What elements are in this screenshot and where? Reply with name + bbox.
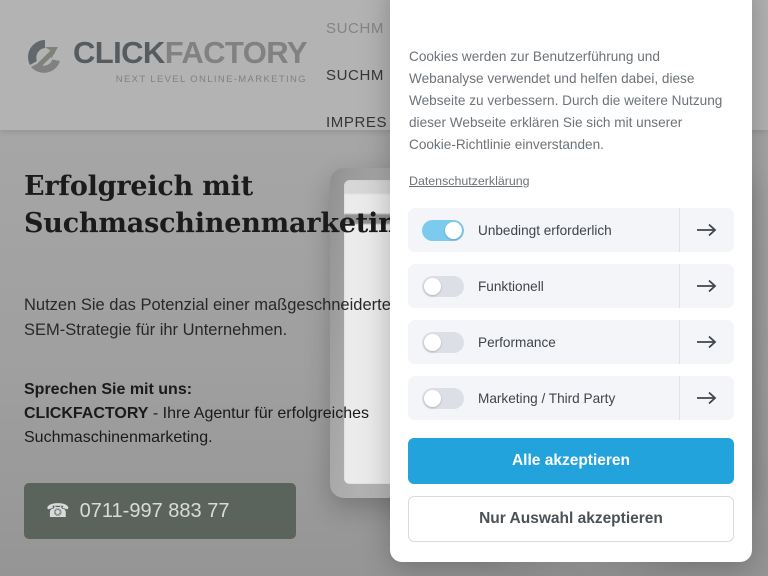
accept-all-button[interactable]: Alle akzeptieren: [408, 438, 734, 485]
telephone-icon: ☎: [46, 500, 70, 522]
toggle-marketing[interactable]: [422, 387, 464, 409]
hero-contact-block: Sprechen Sie mit uns: CLICKFACTORY - Ihr…: [24, 343, 444, 451]
pref-label-marketing: Marketing / Third Party: [478, 390, 616, 406]
page-title: Erfolgreich mit Suchmaschinenmarketing: [24, 168, 444, 243]
logo-word-click: CLICK: [73, 35, 165, 70]
toggle-performance[interactable]: [422, 331, 464, 353]
toggle-knob: [445, 221, 462, 239]
contact-brand: CLICKFACTORY: [24, 404, 149, 422]
cookie-consent-text: Cookies werden zur Benutzerführung und W…: [409, 49, 723, 153]
toggle-knob: [424, 389, 441, 407]
privacy-policy-link[interactable]: Datenschutzerklärung: [409, 174, 530, 188]
expand-arrow-marketing-icon[interactable]: [679, 376, 734, 421]
page-title-line2: Suchmaschinenmarketing: [24, 208, 417, 240]
phone-number-label: 0711-997 883 77: [79, 499, 230, 522]
pref-label-performance: Performance: [478, 334, 556, 350]
cookie-preference-list: Unbedingt erforderlich Funktionell Perfo…: [408, 208, 734, 421]
expand-arrow-performance-icon[interactable]: [679, 320, 734, 365]
contact-heading: Sprechen Sie mit uns:: [24, 380, 193, 398]
site-logo[interactable]: CLICKFACTORY NEXT LEVEL ONLINE-MARKETING: [24, 35, 308, 85]
pref-label-essential: Unbedingt erforderlich: [478, 222, 612, 238]
logo-word-factory: FACTORY: [164, 35, 308, 70]
hero-content: Erfolgreich mit Suchmaschinenmarketing N…: [24, 168, 444, 451]
toggle-essential[interactable]: [422, 219, 464, 241]
phone-call-button[interactable]: ☎ 0711-997 883 77: [24, 483, 296, 539]
logo-text: CLICKFACTORY NEXT LEVEL ONLINE-MARKETING: [73, 35, 308, 85]
expand-arrow-essential-icon[interactable]: [679, 208, 734, 253]
toggle-knob: [424, 277, 441, 295]
pref-label-functional: Funktionell: [478, 278, 544, 294]
logo-tagline: NEXT LEVEL ONLINE-MARKETING: [115, 74, 307, 85]
pref-row-functional[interactable]: Funktionell: [408, 264, 734, 309]
toggle-knob: [424, 333, 441, 351]
page-title-line1: Erfolgreich mit: [24, 171, 253, 202]
hero-subtitle: Nutzen Sie das Potenzial einer maßgeschn…: [24, 295, 401, 339]
toggle-functional[interactable]: [422, 275, 464, 297]
pref-row-essential[interactable]: Unbedingt erforderlich: [408, 208, 734, 253]
expand-arrow-functional-icon[interactable]: [679, 264, 734, 309]
pref-row-performance[interactable]: Performance: [408, 320, 734, 365]
pref-row-marketing[interactable]: Marketing / Third Party: [408, 376, 734, 421]
accept-selection-button[interactable]: Nur Auswahl akzeptieren: [408, 496, 734, 543]
clickfactory-logo-icon: [24, 36, 66, 78]
cookie-consent-dialog: Cookies werden zur Benutzerführung und W…: [390, 0, 752, 562]
page-root: CLICKFACTORY NEXT LEVEL ONLINE-MARKETING…: [0, 0, 768, 576]
